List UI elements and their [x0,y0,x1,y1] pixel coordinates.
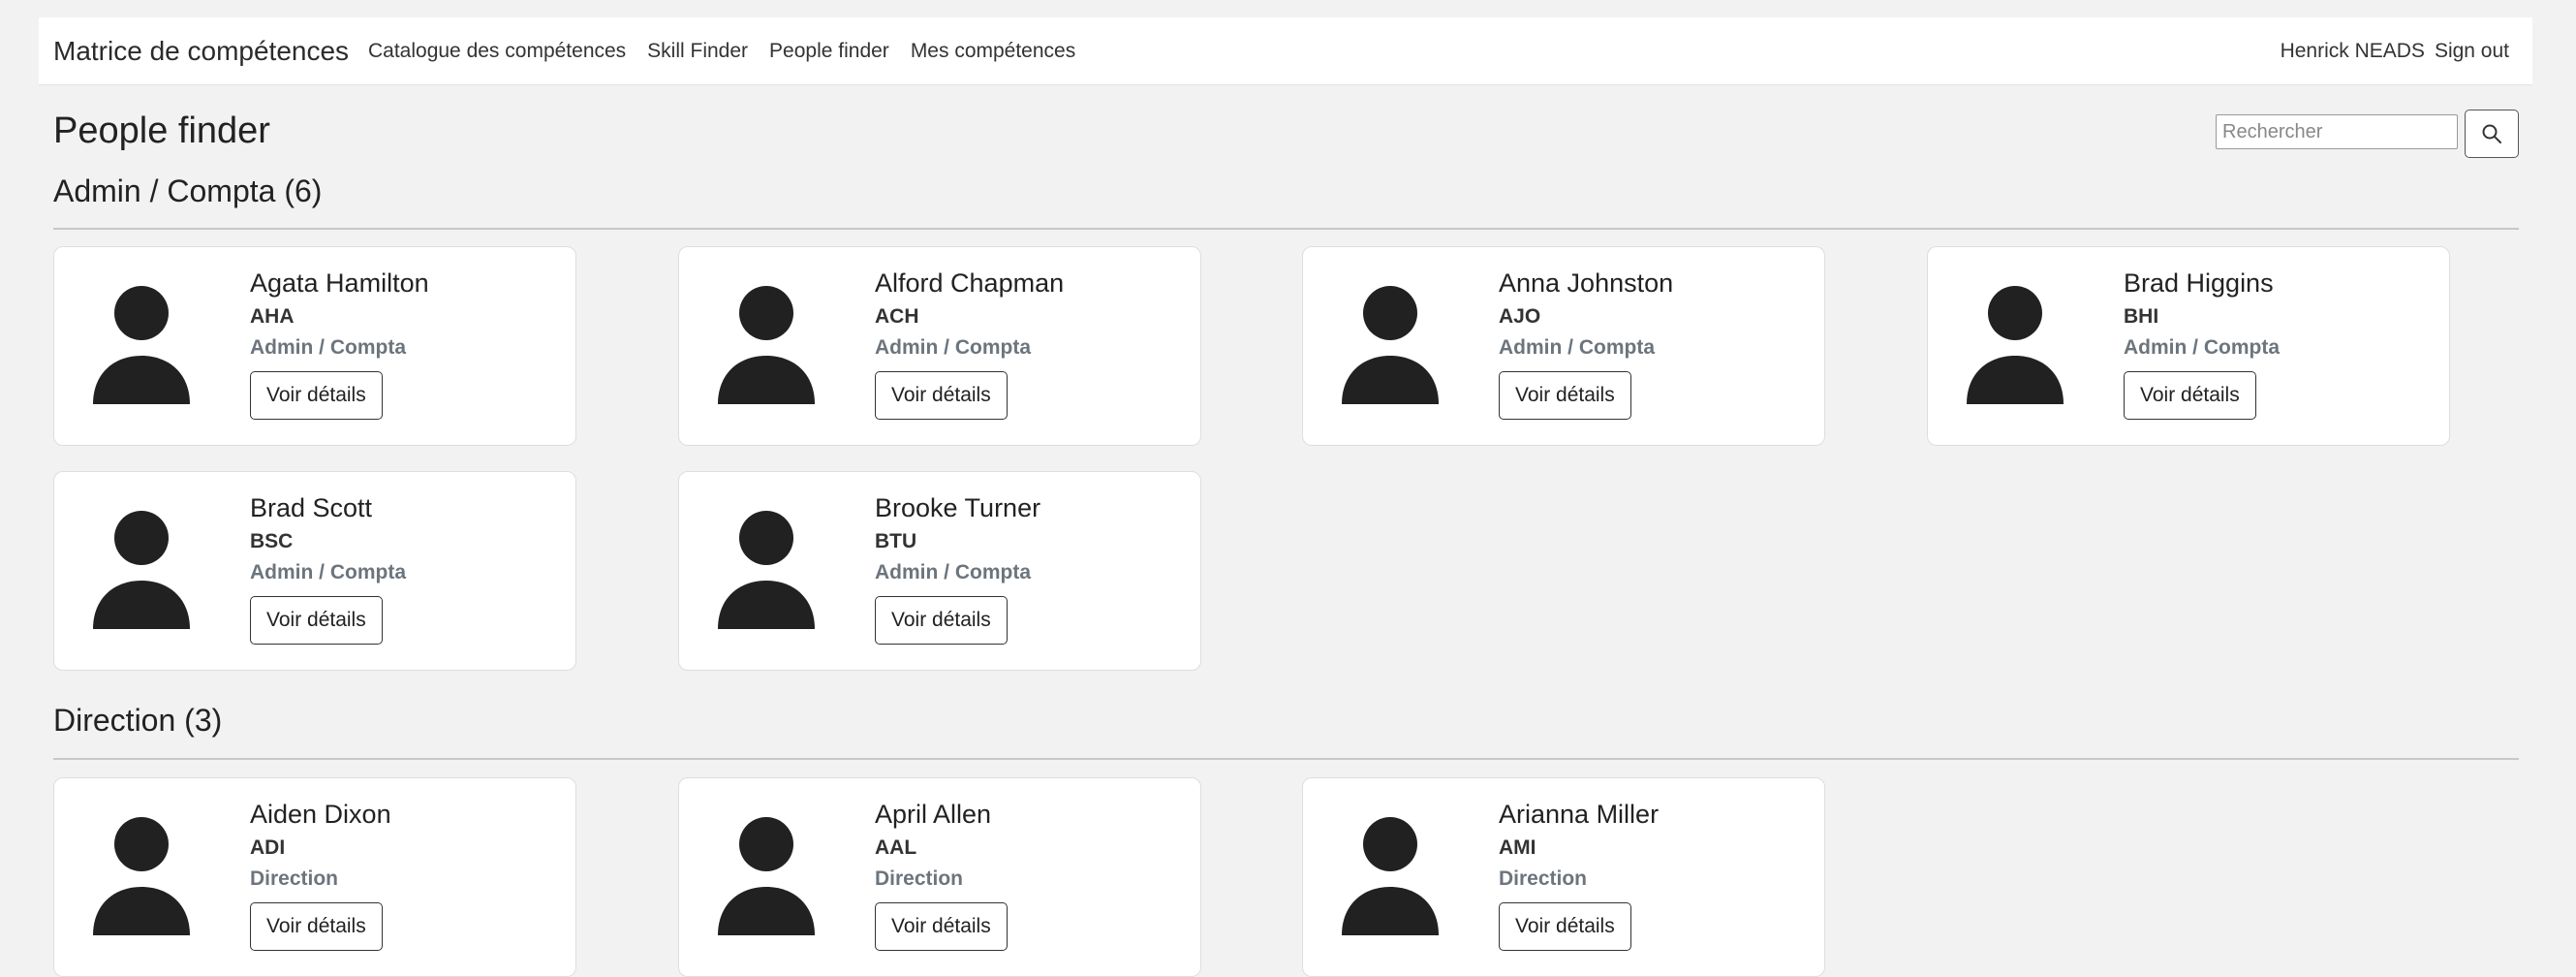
person-department: Admin / Compta [2124,336,2280,359]
user-name[interactable]: Henrick NEADS [2281,40,2425,63]
navbar-brand[interactable]: Matrice de compétences [53,17,349,85]
person-card-body: Brad Scott BSC Admin / Compta Voir détai… [250,491,566,645]
person-card-body: Arianna Miller AMI Direction Voir détail… [1499,798,1815,951]
person-avatar-icon [718,511,815,629]
person-card: Brad Scott BSC Admin / Compta Voir détai… [53,471,576,671]
person-avatar-icon [93,511,190,629]
view-details-button[interactable]: Voir détails [1499,371,1631,420]
person-code: AAL [875,836,917,859]
person-name: Agata Hamilton [250,268,429,298]
search-icon [2482,124,2501,143]
section-divider [53,758,2519,760]
nav-links: Catalogue des compétences Skill Finder P… [368,17,1075,85]
person-card-body: Aiden Dixon ADI Direction Voir détails [250,798,566,951]
person-name: Brad Scott [250,493,373,522]
person-avatar-icon [93,286,190,404]
view-details-button[interactable]: Voir détails [2124,371,2256,420]
person-card-body: Brooke Turner BTU Admin / Compta Voir dé… [875,491,1191,645]
person-card-body: Anna Johnston AJO Admin / Compta Voir dé… [1499,267,1815,420]
person-code: ACH [875,305,919,328]
person-code: AJO [1499,305,1541,328]
person-avatar-icon [1967,286,2064,404]
person-name: April Allen [875,800,992,829]
nav-link-people-finder[interactable]: People finder [769,40,889,63]
person-card-body: Agata Hamilton AHA Admin / Compta Voir d… [250,267,566,420]
person-department: Direction [250,867,339,890]
person-name: Anna Johnston [1499,268,1674,298]
view-details-button[interactable]: Voir détails [250,596,383,645]
nav-link-skill-finder[interactable]: Skill Finder [647,40,748,63]
person-department: Direction [875,867,964,890]
person-card: Brad Higgins BHI Admin / Compta Voir dét… [1927,246,2450,446]
person-name: Brad Higgins [2124,268,2274,298]
person-department: Direction [1499,867,1588,890]
person-code: BSC [250,530,294,552]
person-code: AHA [250,305,295,328]
person-department: Admin / Compta [250,561,406,583]
search-input[interactable] [2216,114,2458,149]
person-department: Admin / Compta [250,336,406,359]
person-name: Brooke Turner [875,493,1041,522]
page-title: People finder [53,110,270,151]
person-code: BHI [2124,305,2159,328]
person-card: Anna Johnston AJO Admin / Compta Voir dé… [1302,246,1825,446]
person-avatar-icon [93,817,190,935]
person-card: April Allen AAL Direction Voir détails [678,777,1201,977]
person-card: Arianna Miller AMI Direction Voir détail… [1302,777,1825,977]
view-details-button[interactable]: Voir détails [875,596,1008,645]
person-avatar-icon [718,286,815,404]
person-card: Agata Hamilton AHA Admin / Compta Voir d… [53,246,576,446]
nav-link-catalogue[interactable]: Catalogue des compétences [368,40,626,63]
view-details-button[interactable]: Voir détails [875,902,1008,951]
person-department: Admin / Compta [875,561,1031,583]
person-code: BTU [875,530,917,552]
section-title-admin-compta: Admin / Compta (6) [53,173,323,208]
person-card: Aiden Dixon ADI Direction Voir détails [53,777,576,977]
person-department: Admin / Compta [1499,336,1655,359]
person-card: Alford Chapman ACH Admin / Compta Voir d… [678,246,1201,446]
person-avatar-icon [1342,817,1439,935]
person-card-body: Alford Chapman ACH Admin / Compta Voir d… [875,267,1191,420]
person-code: AMI [1499,836,1536,859]
person-name: Aiden Dixon [250,800,391,829]
person-avatar-icon [718,817,815,935]
person-card: Brooke Turner BTU Admin / Compta Voir dé… [678,471,1201,671]
person-name: Alford Chapman [875,268,1065,298]
sign-out-link[interactable]: Sign out [2435,40,2509,63]
person-code: ADI [250,836,286,859]
top-navbar: Matrice de compétences Catalogue des com… [39,17,2532,85]
person-card-body: April Allen AAL Direction Voir détails [875,798,1191,951]
view-details-button[interactable]: Voir détails [1499,902,1631,951]
person-avatar-icon [1342,286,1439,404]
person-name: Arianna Miller [1499,800,1660,829]
section-title-direction: Direction (3) [53,703,223,738]
section-divider [53,228,2519,230]
person-department: Admin / Compta [875,336,1031,359]
view-details-button[interactable]: Voir détails [250,902,383,951]
user-area: Henrick NEADS Sign out [2281,17,2509,85]
person-card-body: Brad Higgins BHI Admin / Compta Voir dét… [2124,267,2439,420]
view-details-button[interactable]: Voir détails [250,371,383,420]
view-details-button[interactable]: Voir détails [875,371,1008,420]
search-button[interactable] [2465,110,2519,158]
nav-link-mes-competences[interactable]: Mes compétences [911,40,1075,63]
